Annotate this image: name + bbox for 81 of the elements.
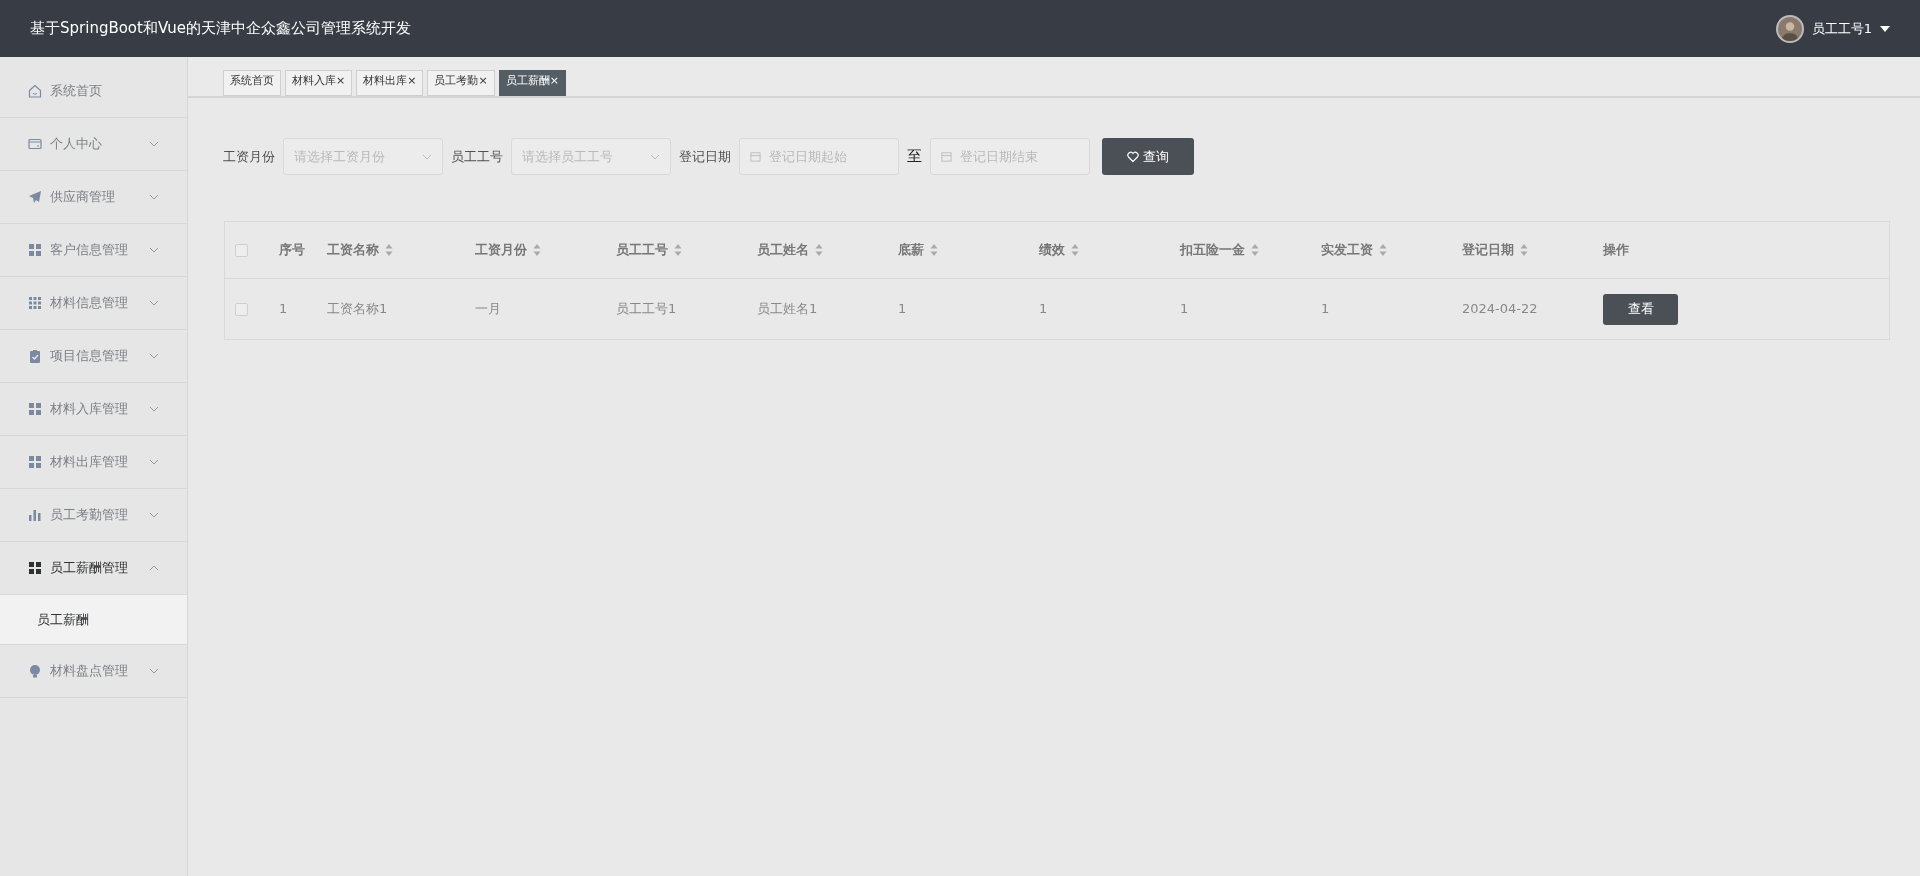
sort-icon[interactable] [1520,244,1528,256]
column-header: 扣五险一金 [1180,241,1245,260]
sidebar-item[interactable]: 材料信息管理 [0,277,187,330]
column-header: 序号 [279,241,305,260]
table-cell: 1 [1039,301,1048,317]
column-header: 工资名称 [327,241,379,260]
sidebar-item[interactable]: 个人中心 [0,118,187,171]
select-all-checkbox[interactable] [235,243,248,257]
filter-label: 员工工号 [451,147,503,166]
sidebar-item[interactable]: 材料入库管理 [0,383,187,436]
sort-icon[interactable] [1071,244,1079,256]
filter-label: 至 [907,146,922,168]
chevron-down-icon [149,351,159,361]
sidebar-item[interactable]: 客户信息管理 [0,224,187,277]
grid-icon [28,455,42,469]
sidebar-item[interactable]: 项目信息管理 [0,330,187,383]
chevron-down-icon [149,510,159,520]
sort-icon[interactable] [815,244,823,256]
chevron-down-icon [149,139,159,149]
sort-icon[interactable] [1251,244,1259,256]
grid-icon [28,561,42,575]
table-cell: 员工姓名1 [757,301,818,317]
chevron-down-icon [149,192,159,202]
sidebar-item[interactable]: 材料出库管理 [0,436,187,489]
avatar-icon[interactable] [1775,14,1804,43]
table-cell: 1 [279,301,288,317]
column-header: 登记日期 [1462,241,1514,260]
user-name[interactable]: 员工工号1 [1811,18,1872,39]
home-icon [28,84,42,98]
filter-label: 工资月份 [223,147,275,166]
sort-icon[interactable] [930,244,938,256]
table-cell: 1 [898,301,907,317]
chevron-down-icon [149,298,159,308]
table-cell: 工资名称1 [327,301,388,317]
clipboard-icon [28,349,42,363]
column-header: 工资月份 [475,241,527,260]
paper-plane-icon [28,190,42,204]
tab[interactable]: 材料出库× [356,70,424,96]
bulb-icon [28,664,42,678]
table-cell: 1 [1321,301,1330,317]
sort-icon[interactable] [385,244,393,256]
table-cell: 1 [1180,301,1189,317]
column-header: 员工姓名 [757,241,809,260]
chevron-up-icon [149,563,159,573]
calendar-icon [750,151,761,162]
sidebar-item[interactable]: 系统首页 [0,65,187,118]
bar-chart-icon [28,508,42,522]
tab[interactable]: 员工考勤× [427,70,495,96]
sort-icon[interactable] [1379,244,1387,256]
chevron-down-icon [149,457,159,467]
table-cell: 员工工号1 [616,301,677,317]
sort-icon[interactable] [533,244,541,256]
sidebar-item[interactable]: 员工考勤管理 [0,489,187,542]
view-button[interactable]: 查看 [1603,293,1678,325]
tab[interactable]: 员工薪酬× [498,70,566,96]
sidebar-subitem[interactable]: 员工薪酬 [0,595,187,645]
chevron-down-icon [149,245,159,255]
card-icon [28,137,42,151]
app-title: 基于SpringBoot和Vue的天津中企众鑫公司管理系统开发 [30,18,411,40]
grid-icon [28,243,42,257]
sidebar-item[interactable]: 材料盘点管理 [0,645,187,698]
row-checkbox[interactable] [235,302,248,316]
search-button[interactable]: 查询 [1102,138,1194,175]
chevron-down-icon [149,666,159,676]
filter-label: 登记日期 [679,147,731,166]
column-header: 操作 [1603,241,1629,260]
tab[interactable]: 材料入库× [285,70,353,96]
grid-icon [28,296,42,310]
chevron-down-icon [149,404,159,414]
column-header: 实发工资 [1321,241,1373,260]
heart-icon [1127,150,1139,163]
sort-icon[interactable] [674,244,682,256]
column-header: 员工工号 [616,241,668,260]
tab[interactable]: 系统首页 [223,70,281,96]
dropdown-caret-icon[interactable] [1880,25,1890,32]
calendar-icon [941,151,952,162]
sidebar-item[interactable]: 供应商管理 [0,171,187,224]
column-header: 底薪 [898,241,924,260]
grid-icon [28,402,42,416]
table-cell: 2024-04-22 [1462,301,1538,317]
column-header: 绩效 [1039,241,1065,260]
